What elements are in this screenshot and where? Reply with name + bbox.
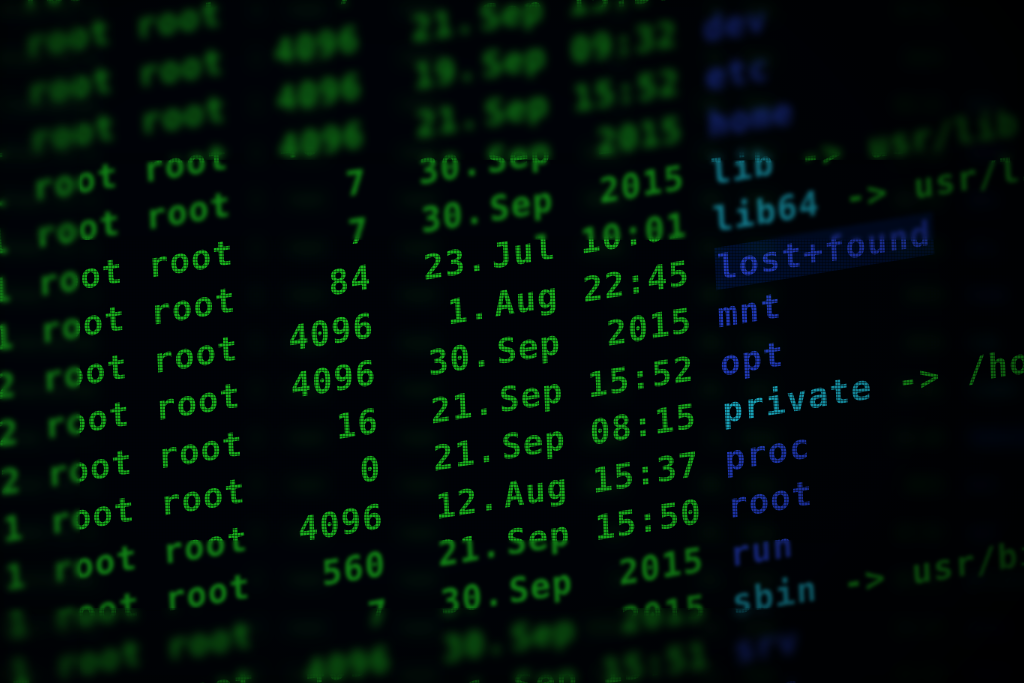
column-gap [18, 405, 46, 457]
column-gap [688, 246, 716, 298]
day-dot: . [460, 142, 484, 187]
column-gap [817, 561, 845, 613]
column-gap [698, 437, 726, 489]
column-gap [691, 293, 719, 345]
column-gap [703, 532, 731, 584]
column-gap [693, 341, 721, 393]
column-gap [366, 155, 394, 207]
column-gap [28, 596, 56, 648]
column-gap [11, 261, 39, 313]
day-dot: . [484, 620, 508, 664]
column-gap [370, 250, 398, 302]
column-gap [819, 176, 847, 228]
day-dot: . [462, 190, 487, 235]
photo-of-terminal-screen: drwxr-xr-x1 rootroot0 0.Sep15:53 drwxr-x… [0, 0, 1024, 683]
symlink-arrow-icon: -> [799, 131, 845, 179]
link-count-cell: 1 [8, 650, 33, 683]
column-gap [30, 643, 58, 683]
column-gap [4, 118, 32, 170]
day-dot: . [467, 285, 492, 330]
column-gap [8, 214, 36, 266]
filename-dir: etc [704, 46, 771, 98]
filename-dir: opt [719, 333, 786, 385]
column-gap [25, 548, 53, 600]
filename-dir: root [726, 473, 814, 528]
column-gap [684, 150, 712, 202]
column-gap [373, 298, 401, 350]
column-gap [385, 537, 413, 589]
day-dot: . [479, 524, 504, 569]
column-gap [1, 70, 29, 122]
column-gap [705, 580, 733, 632]
column-gap [20, 452, 48, 504]
symlink-arrow-icon: -> [844, 171, 890, 220]
column-gap [696, 389, 724, 441]
day-dot: . [487, 664, 515, 683]
column-gap [358, 11, 386, 63]
column-gap [361, 59, 389, 111]
day-dot: . [474, 429, 499, 473]
column-gap [380, 441, 408, 493]
column-gap [6, 166, 34, 218]
filename-dir: srv [733, 619, 800, 671]
column-gap [842, 124, 870, 176]
column-gap [708, 628, 736, 680]
column-gap [0, 23, 27, 75]
day-dot: . [457, 94, 482, 139]
terminal-ls-output: drwxr-xr-x1 rootroot0 0.Sep15:53 drwxr-x… [0, 0, 1024, 683]
column-gap [375, 346, 403, 398]
column-gap [939, 348, 967, 400]
column-gap [368, 202, 396, 254]
column-gap [16, 357, 44, 409]
column-gap [686, 198, 714, 250]
link-count-cell: 2 [0, 459, 23, 504]
filename-symlink: sbin [731, 568, 819, 623]
column-gap [871, 360, 899, 412]
filename-dir: mnt [716, 285, 783, 337]
day-dot: . [455, 47, 479, 91]
filename-symlink: lib [709, 142, 776, 194]
column-gap [382, 489, 410, 541]
column-gap [679, 55, 707, 107]
symlink-arrow-icon: -> [842, 557, 888, 605]
day-dot: . [477, 476, 501, 521]
column-gap [885, 550, 913, 602]
column-gap [363, 107, 391, 159]
link-count-cell: 1 [4, 555, 28, 599]
column-gap [701, 484, 729, 536]
column-gap [887, 165, 915, 217]
column-gap [387, 584, 415, 636]
symlink-arrow-icon: -> [896, 355, 942, 403]
column-gap [390, 632, 418, 683]
column-gap [676, 7, 704, 59]
column-gap [681, 102, 709, 154]
column-gap [773, 135, 801, 187]
column-gap [23, 500, 51, 552]
day-dot: . [482, 572, 506, 617]
filename-dir: run [728, 524, 795, 576]
filename-dir: dev [702, 0, 769, 51]
link-count-cell: 1 [6, 602, 30, 647]
screen-surface: drwxr-xr-x1 rootroot0 0.Sep15:53 drwxr-x… [0, 0, 1024, 683]
column-gap [13, 309, 41, 361]
day-dot: . [453, 0, 477, 44]
column-gap [378, 393, 406, 445]
link-count-cell: 1 [1, 507, 26, 552]
link-count-cell: 2 [0, 411, 21, 456]
day-dot: . [470, 333, 494, 378]
day-dot: . [465, 238, 489, 282]
day-dot: . [472, 381, 496, 426]
